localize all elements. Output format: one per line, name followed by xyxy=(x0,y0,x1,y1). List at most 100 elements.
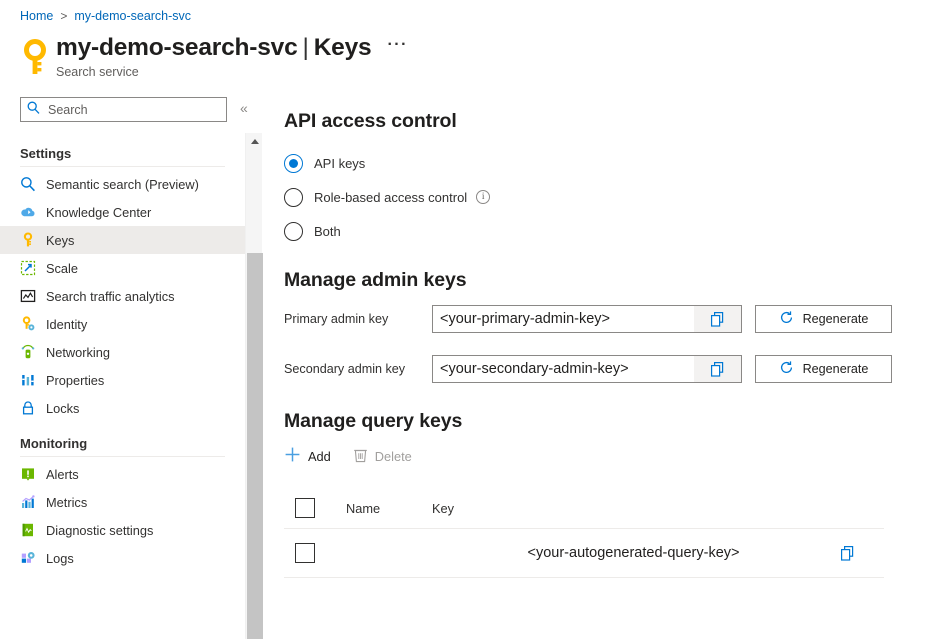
sidebar-item-search-traffic-analytics[interactable]: Search traffic analytics xyxy=(0,282,245,310)
row-key-cell: <your-autogenerated-query-key> xyxy=(428,545,839,561)
metrics-icon xyxy=(20,494,36,510)
secondary-admin-key-field[interactable]: <your-secondary-admin-key> xyxy=(432,355,742,383)
search-icon xyxy=(27,101,40,119)
radio-rbac-indicator[interactable] xyxy=(284,188,303,207)
page-title-section: Keys xyxy=(314,34,372,62)
refresh-icon xyxy=(779,310,794,328)
copy-query-key-button[interactable] xyxy=(839,545,856,562)
sidebar-item-label: Diagnostic settings xyxy=(46,523,153,538)
column-header-name: Name xyxy=(315,501,428,516)
copy-icon xyxy=(709,361,726,378)
regenerate-secondary-key-button[interactable]: Regenerate xyxy=(755,355,892,383)
magnifier-icon xyxy=(20,176,36,192)
copy-icon xyxy=(709,311,726,328)
radio-option-both[interactable]: Both xyxy=(284,214,904,248)
sidebar-item-keys[interactable]: Keys xyxy=(0,226,245,254)
main-content: API access control API keys Role-based a… xyxy=(284,110,904,578)
page-title: my-demo-search-svc | Keys ··· xyxy=(56,34,408,62)
secondary-admin-key-row: Secondary admin key <your-secondary-admi… xyxy=(284,355,904,383)
sidebar: « Settings Semantic search (Preview) xyxy=(0,90,245,639)
breadcrumb-home[interactable]: Home xyxy=(20,9,53,23)
primary-admin-key-value: <your-primary-admin-key> xyxy=(433,311,694,327)
networking-icon xyxy=(20,344,36,360)
breadcrumb-separator-icon: > xyxy=(60,9,67,23)
secondary-admin-key-value: <your-secondary-admin-key> xyxy=(433,361,694,377)
manage-admin-keys-heading: Manage admin keys xyxy=(284,269,904,292)
cloud-icon xyxy=(20,204,36,220)
row-select-checkbox[interactable] xyxy=(295,543,315,563)
column-header-key: Key xyxy=(428,501,884,516)
sidebar-item-scale[interactable]: Scale xyxy=(0,254,245,282)
sidebar-item-label: Metrics xyxy=(46,495,87,510)
delete-query-key-button[interactable]: Delete xyxy=(353,447,412,466)
breadcrumb-current[interactable]: my-demo-search-svc xyxy=(74,9,191,23)
sidebar-item-knowledge-center[interactable]: Knowledge Center xyxy=(0,198,245,226)
select-all-checkbox[interactable] xyxy=(295,498,315,518)
delete-label: Delete xyxy=(375,449,412,464)
identity-key-icon xyxy=(20,316,36,332)
radio-option-api-keys[interactable]: API keys xyxy=(284,146,904,180)
query-keys-table: Name Key <your-autogenerated-query-key> xyxy=(284,488,884,578)
secondary-admin-key-label: Secondary admin key xyxy=(284,362,432,376)
logs-icon xyxy=(20,550,36,566)
sidebar-item-alerts[interactable]: Alerts xyxy=(0,460,245,488)
page-title-separator: | xyxy=(303,34,309,62)
sidebar-item-semantic-search[interactable]: Semantic search (Preview) xyxy=(0,170,245,198)
sidebar-item-locks[interactable]: Locks xyxy=(0,394,245,422)
radio-label: Both xyxy=(314,224,341,239)
scrollbar-thumb[interactable] xyxy=(247,253,263,639)
sidebar-item-label: Properties xyxy=(46,373,104,388)
sidebar-item-metrics[interactable]: Metrics xyxy=(0,488,245,516)
add-query-key-button[interactable]: Add xyxy=(284,446,331,466)
sidebar-item-label: Search traffic analytics xyxy=(46,289,175,304)
sidebar-item-diagnostic-settings[interactable]: Diagnostic settings xyxy=(0,516,245,544)
analytics-icon xyxy=(20,288,36,304)
radio-label: Role-based access control xyxy=(314,190,467,205)
sidebar-group-title-settings: Settings xyxy=(0,146,245,161)
manage-query-keys-heading: Manage query keys xyxy=(284,410,904,433)
search-service-key-icon xyxy=(20,36,50,80)
diagnostic-icon xyxy=(20,522,36,538)
sidebar-item-label: Knowledge Center xyxy=(46,205,151,220)
sidebar-item-label: Identity xyxy=(46,317,87,332)
radio-both-indicator[interactable] xyxy=(284,222,303,241)
scroll-up-arrow-icon[interactable] xyxy=(246,133,263,150)
azure-portal-keys-page: Home > my-demo-search-svc my-demo-search… xyxy=(0,0,926,639)
table-row[interactable]: <your-autogenerated-query-key> xyxy=(284,528,884,578)
sidebar-item-label: Keys xyxy=(46,233,74,248)
key-icon xyxy=(20,232,36,248)
sidebar-item-networking[interactable]: Networking xyxy=(0,338,245,366)
api-access-control-heading: API access control xyxy=(284,110,904,133)
sidebar-item-label: Semantic search (Preview) xyxy=(46,177,199,192)
primary-admin-key-field[interactable]: <your-primary-admin-key> xyxy=(432,305,742,333)
sidebar-divider xyxy=(20,166,225,167)
page-subtitle: Search service xyxy=(56,65,408,79)
sidebar-item-properties[interactable]: Properties xyxy=(0,366,245,394)
sidebar-item-label: Logs xyxy=(46,551,74,566)
table-header-row: Name Key xyxy=(284,488,884,528)
breadcrumb: Home > my-demo-search-svc xyxy=(20,9,191,23)
copy-secondary-admin-key-button[interactable] xyxy=(694,356,741,382)
scale-icon xyxy=(20,260,36,276)
copy-primary-admin-key-button[interactable] xyxy=(694,306,741,332)
sidebar-item-identity[interactable]: Identity xyxy=(0,310,245,338)
refresh-icon xyxy=(779,360,794,378)
sidebar-item-label: Alerts xyxy=(46,467,79,482)
info-icon[interactable]: i xyxy=(476,190,490,204)
sidebar-item-logs[interactable]: Logs xyxy=(0,544,245,572)
add-label: Add xyxy=(308,449,331,464)
sidebar-item-label: Networking xyxy=(46,345,110,360)
sidebar-item-label: Scale xyxy=(46,261,78,276)
sidebar-search-box[interactable] xyxy=(20,97,227,122)
radio-api-keys-indicator[interactable] xyxy=(284,154,303,173)
plus-icon xyxy=(284,446,301,466)
collapse-sidebar-chevron-icon[interactable]: « xyxy=(240,100,248,116)
more-options-button[interactable]: ··· xyxy=(387,40,407,50)
primary-admin-key-row: Primary admin key <your-primary-admin-ke… xyxy=(284,305,904,333)
page-header: my-demo-search-svc | Keys ··· Search ser… xyxy=(20,34,408,80)
sidebar-search-input[interactable] xyxy=(46,102,220,118)
sidebar-scrollbar[interactable] xyxy=(245,133,262,639)
radio-option-role-based-access-control[interactable]: Role-based access control i xyxy=(284,180,904,214)
regenerate-primary-key-button[interactable]: Regenerate xyxy=(755,305,892,333)
regenerate-label: Regenerate xyxy=(803,312,869,326)
